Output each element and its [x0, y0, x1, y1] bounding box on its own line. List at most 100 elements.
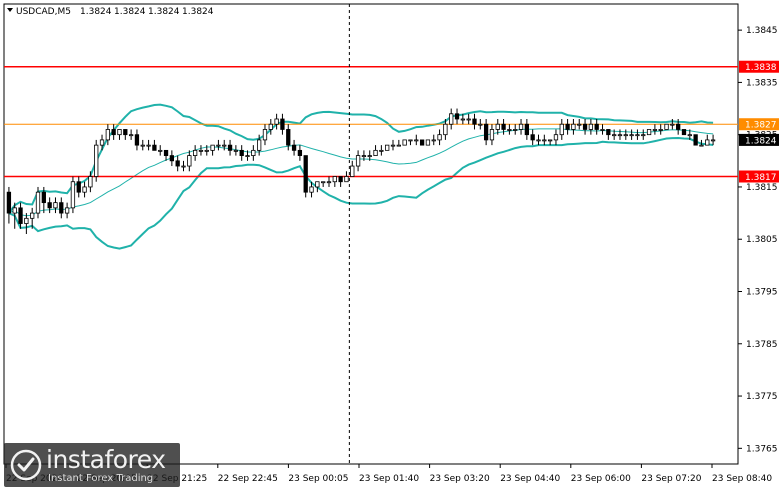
candle-body: [658, 129, 663, 131]
candle-body: [35, 191, 41, 214]
current-price-label: 1.3824: [739, 133, 779, 146]
candle-body: [99, 139, 105, 146]
x-tick-label: 23 Sep 01:40: [359, 474, 419, 484]
candle-body: [286, 129, 291, 146]
x-tick-label: 23 Sep 04:40: [500, 474, 560, 484]
candle-body: [530, 134, 535, 141]
candle-body: [169, 155, 175, 162]
candle-body: [396, 144, 401, 147]
candle-body: [582, 123, 588, 130]
candle-body: [367, 155, 372, 157]
candle-body: [606, 129, 611, 136]
candle-body: [41, 191, 46, 204]
candle-body: [309, 186, 314, 193]
logo-brand: instaforex: [46, 445, 166, 474]
candle-body: [385, 144, 390, 151]
price-chart[interactable]: 1.38451.38351.38251.38151.38051.37951.37…: [0, 0, 781, 489]
chart-window: 1.38451.38351.38251.38151.38051.37951.37…: [0, 0, 781, 489]
candle-body: [443, 123, 448, 136]
candle-body: [94, 144, 99, 177]
candle-body: [146, 144, 151, 147]
candle-body: [204, 149, 209, 152]
candle-body: [681, 129, 687, 136]
current-price-label-text: 1.3824: [745, 136, 777, 146]
candle-body: [262, 129, 268, 141]
candle-body: [297, 149, 303, 156]
candle-body: [495, 123, 500, 130]
candle-body: [361, 155, 367, 157]
candle-body: [198, 149, 204, 152]
candle-body: [140, 144, 145, 147]
candle-body: [257, 139, 262, 151]
candle-body: [18, 207, 23, 224]
candle-body: [128, 134, 134, 137]
candle-body: [192, 149, 198, 156]
y-tick-label: 1.3765: [746, 444, 778, 454]
candle-body: [233, 149, 239, 152]
candle-body: [664, 123, 669, 130]
candle-body: [111, 129, 116, 136]
x-tick-label: 23 Sep 03:20: [430, 474, 490, 484]
level-label-1.3817: 1.3817: [739, 170, 779, 183]
chart-header: USDCAD,M5 1.3824 1.3824 1.3824 1.3824: [7, 7, 214, 17]
ohlc-high: 1.3824: [114, 7, 146, 17]
candle-body: [629, 134, 634, 137]
candle-body: [553, 134, 559, 141]
candle-body: [210, 144, 215, 151]
y-tick-label: 1.3805: [746, 235, 778, 245]
candle-body: [152, 144, 157, 151]
level-label-1.3817-text: 1.3817: [745, 173, 777, 183]
candle-body: [431, 139, 436, 142]
candle-body: [53, 202, 58, 209]
candle-body: [623, 134, 628, 137]
candle-body: [425, 139, 431, 146]
candle-body: [117, 129, 122, 136]
candle-body: [64, 207, 70, 214]
candle-body: [59, 202, 64, 214]
instaforex-logo: instaforex Instant Forex Trading: [4, 443, 180, 487]
candle-body: [82, 186, 87, 193]
candle-body: [291, 144, 297, 151]
y-tick-label: 1.3845: [746, 26, 778, 36]
candle-body: [705, 139, 710, 146]
candle: [402, 139, 407, 146]
candle-body: [163, 149, 169, 156]
x-tick-label: 23 Sep 06:00: [571, 474, 631, 484]
candle-body: [105, 129, 110, 141]
candle-body: [251, 149, 256, 156]
candle-body: [326, 181, 332, 184]
candle-body: [6, 191, 12, 214]
candle-body: [437, 134, 442, 141]
candle-body: [123, 129, 128, 136]
candle-body: [47, 202, 52, 209]
candle: [70, 176, 76, 214]
candle-body: [338, 176, 343, 183]
candle-body: [489, 129, 495, 141]
candle-body: [24, 217, 29, 224]
candle-body: [332, 176, 337, 183]
candle-body: [268, 123, 273, 130]
candle-body: [12, 207, 17, 214]
candle-body: [513, 129, 518, 131]
ohlc-close: 1.3824: [182, 7, 214, 17]
candle-body: [315, 181, 320, 188]
x-tick-label: 23 Sep 08:40: [712, 474, 772, 484]
candle-body: [30, 212, 35, 219]
candle: [681, 129, 687, 136]
candle: [693, 134, 698, 146]
candle-body: [536, 139, 541, 142]
candle-body: [594, 123, 599, 130]
candle: [385, 144, 390, 151]
x-tick-label: 22 Sep 22:45: [218, 474, 278, 484]
candle-body: [524, 123, 530, 136]
instaforex-logo-icon: [10, 449, 42, 481]
ohlc-low: 1.3824: [148, 7, 180, 17]
candle-body: [641, 134, 646, 137]
y-tick-label: 1.3785: [746, 340, 778, 350]
candle: [303, 155, 308, 198]
candle-body: [635, 134, 640, 137]
level-label-1.3838-text: 1.3838: [745, 63, 777, 73]
candle-body: [612, 134, 617, 137]
candle-body: [600, 129, 605, 131]
level-label-1.3838: 1.3838: [739, 60, 779, 73]
